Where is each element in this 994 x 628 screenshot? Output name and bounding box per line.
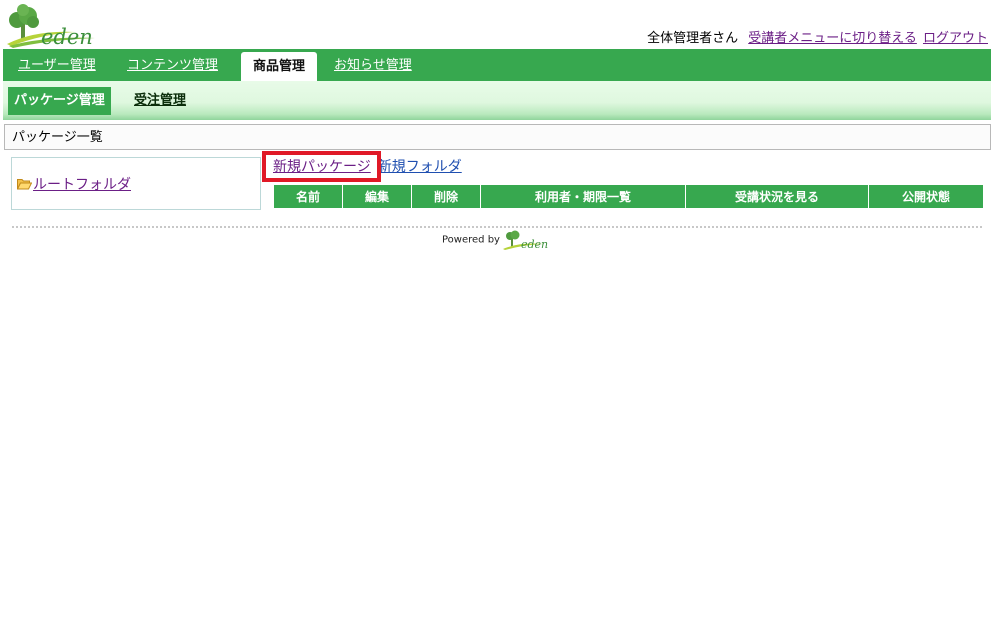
tab-product-management[interactable]: 商品管理 bbox=[241, 52, 318, 81]
eden-logo: eden bbox=[5, 4, 101, 48]
new-folder-link[interactable]: 新規フォルダ bbox=[378, 159, 462, 175]
column-header-delete: 削除 bbox=[411, 185, 481, 208]
sub-nav: パッケージ管理 受注管理 bbox=[3, 81, 991, 120]
folder-tree-root: ルートフォルダ bbox=[16, 174, 131, 194]
column-header-publish-status: 公開状態 bbox=[868, 185, 983, 208]
highlight-annotation-box bbox=[262, 151, 381, 182]
package-table: 名前 編集 削除 利用者・期限一覧 受講状況を見る 公開状態 bbox=[274, 185, 983, 208]
folder-tree: ルートフォルダ bbox=[11, 157, 261, 210]
section-title: パッケージ一覧 bbox=[4, 124, 991, 150]
main-nav: ユーザー管理 コンテンツ管理 商品管理 お知らせ管理 bbox=[3, 49, 991, 81]
column-header-name: 名前 bbox=[274, 185, 343, 208]
subtab-package-management[interactable]: パッケージ管理 bbox=[8, 87, 111, 115]
switch-to-learner-menu-link[interactable]: 受講者メニューに切り替える bbox=[748, 31, 917, 46]
table-header-row: 名前 編集 削除 利用者・期限一覧 受講状況を見る 公開状態 bbox=[274, 185, 983, 208]
column-header-edit: 編集 bbox=[342, 185, 412, 208]
column-header-users-expiry: 利用者・期限一覧 bbox=[480, 185, 686, 208]
footer-divider bbox=[12, 226, 982, 228]
powered-by-text: Powered by bbox=[442, 234, 500, 246]
root-folder-link[interactable]: ルートフォルダ bbox=[33, 177, 131, 193]
user-area: 全体管理者さん 受講者メニューに切り替える ログアウト bbox=[647, 27, 988, 46]
subtab-order-management[interactable]: 受注管理 bbox=[128, 87, 192, 115]
powered-by: Powered by eden bbox=[442, 229, 553, 251]
column-header-progress: 受講状況を見る bbox=[685, 185, 869, 208]
footer-eden-logo: eden bbox=[503, 230, 548, 251]
logout-link[interactable]: ログアウト bbox=[923, 31, 988, 46]
tab-notice-management[interactable]: お知らせ管理 bbox=[322, 49, 424, 81]
tab-user-management[interactable]: ユーザー管理 bbox=[6, 49, 108, 81]
user-greeting: 全体管理者さん bbox=[647, 31, 739, 46]
footer-logo-text: eden bbox=[521, 238, 548, 251]
header: eden 全体管理者さん 受講者メニューに切り替える ログアウト bbox=[0, 0, 994, 49]
logo-text: eden bbox=[41, 25, 93, 48]
tab-content-management[interactable]: コンテンツ管理 bbox=[115, 49, 230, 81]
folder-open-icon bbox=[16, 178, 33, 194]
